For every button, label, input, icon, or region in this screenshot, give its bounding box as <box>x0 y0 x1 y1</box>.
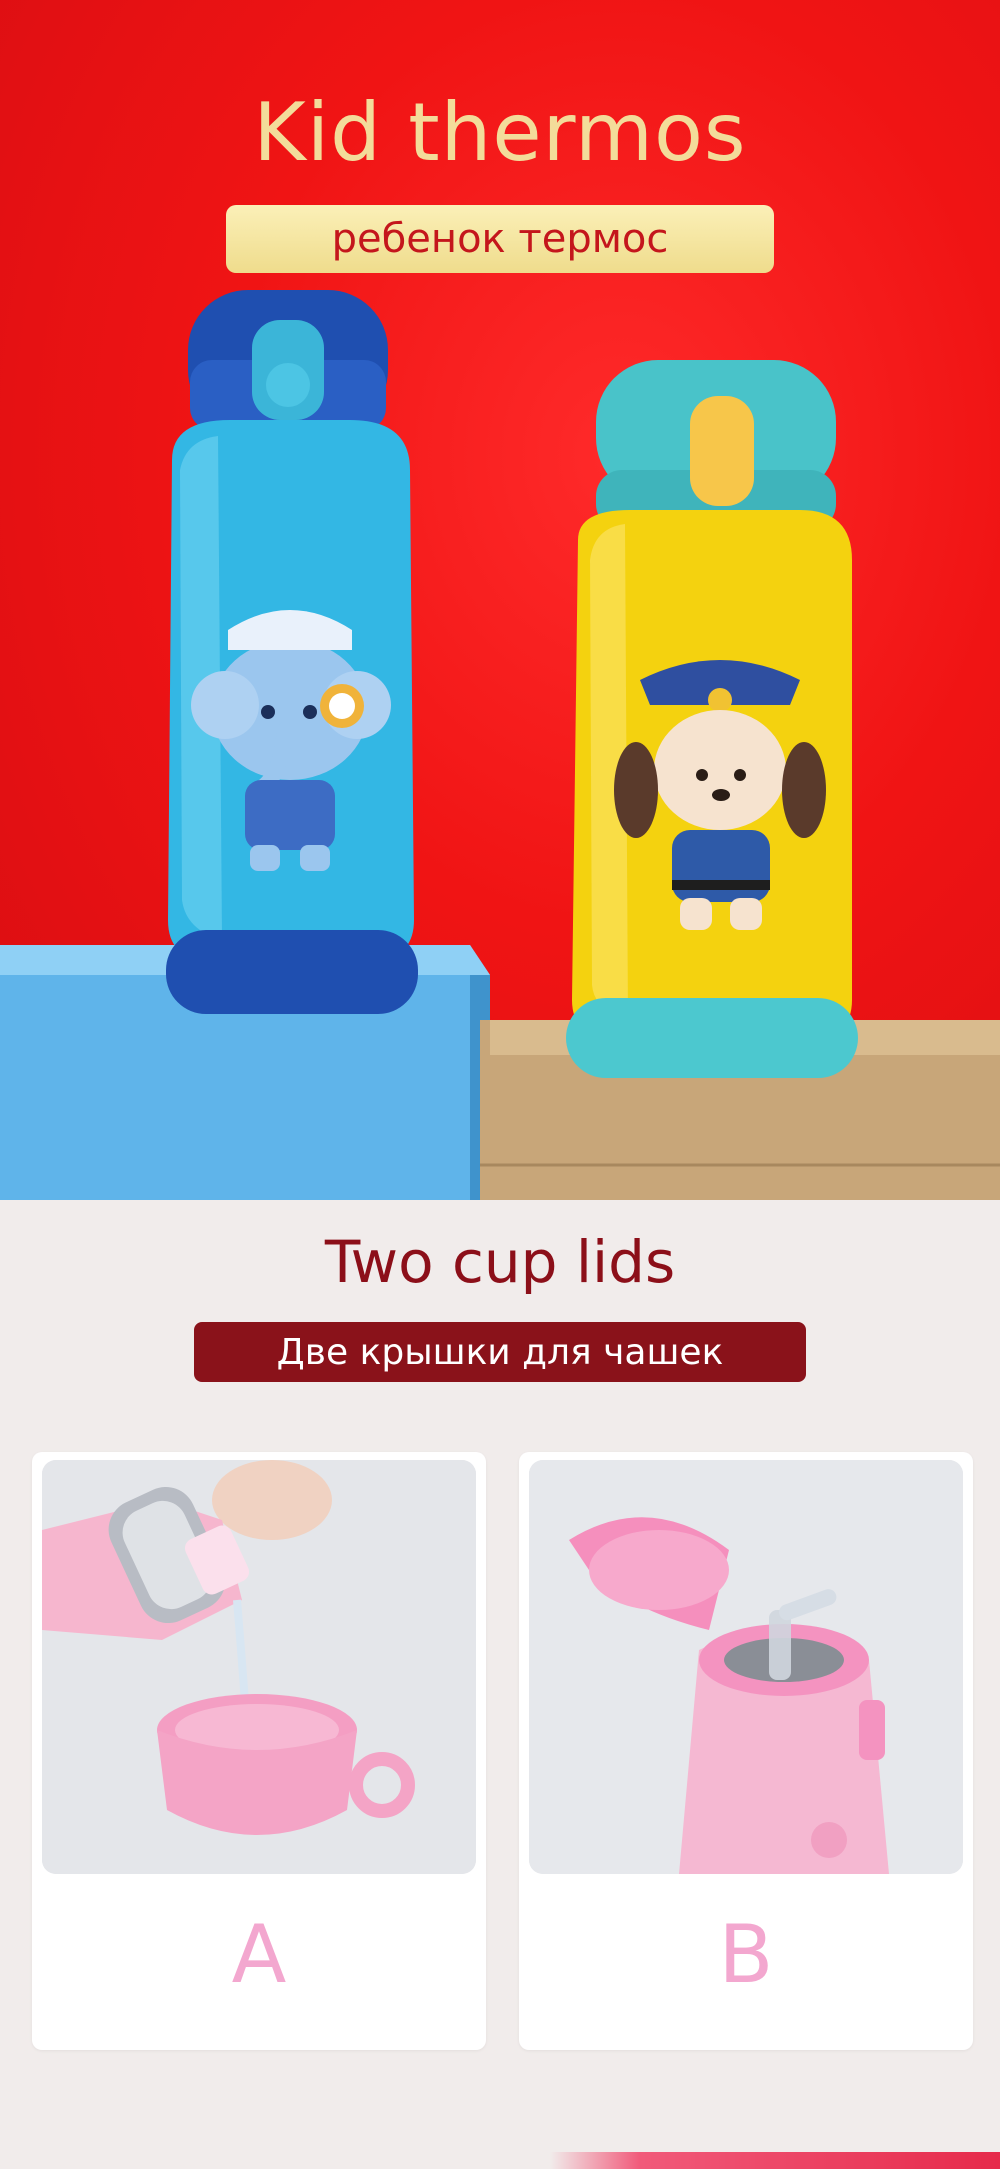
blue-bottle <box>166 290 418 1014</box>
thermos-product-photo <box>0 290 1000 1200</box>
subtitle-badge: ребенок термос <box>226 205 774 273</box>
lid-a-photo <box>42 1460 476 1874</box>
next-section-edge <box>0 2152 1000 2169</box>
option-letter-a: A <box>231 1908 287 2001</box>
page-title: Kid thermos <box>253 86 747 179</box>
lid-b-photo <box>529 1460 963 1874</box>
section-subtitle-text: Две крышки для чашек <box>276 1331 724 1373</box>
lid-option-card-a: A <box>32 1452 486 2050</box>
section-subtitle-badge: Две крышки для чашек <box>194 1322 806 1382</box>
yellow-bottle <box>566 360 858 1078</box>
lid-option-card-b: B <box>519 1452 973 2050</box>
option-letter-b: B <box>718 1908 774 2001</box>
subtitle-text: ребенок термос <box>331 216 669 262</box>
hero-banner: Kid thermos ребенок термос <box>0 0 1000 1200</box>
section-title: Two cup lids <box>324 1228 676 1296</box>
product-page: Kid thermos ребенок термос Two cup lids … <box>0 0 1000 2169</box>
